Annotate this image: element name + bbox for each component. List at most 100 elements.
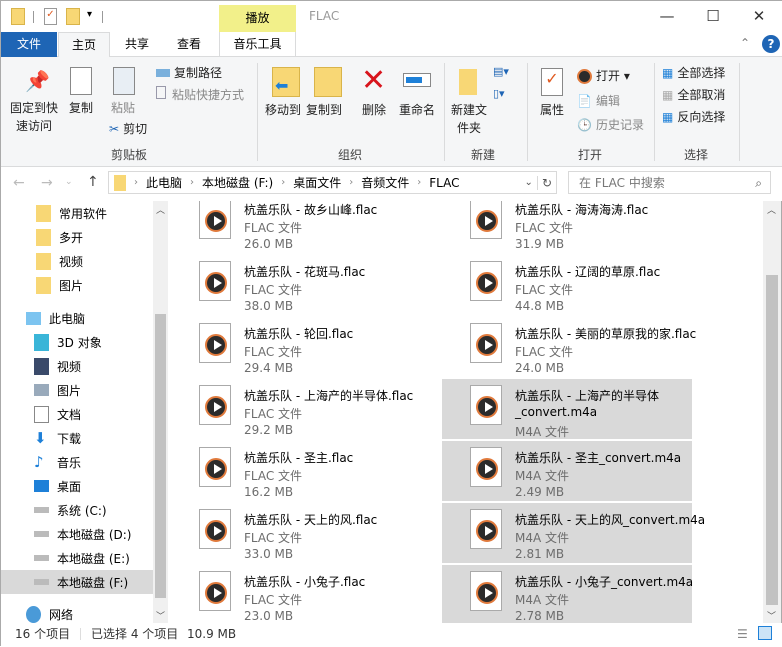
customize-quick-access-icon[interactable]: ▾ bbox=[87, 9, 92, 20]
nav-item-drive-c[interactable]: 系统 (C:) bbox=[1, 498, 153, 522]
tab-home[interactable]: 主页 bbox=[58, 32, 110, 58]
close-button[interactable]: ✕ bbox=[739, 7, 779, 25]
large-icons-view-icon[interactable] bbox=[758, 626, 772, 640]
context-tab-play[interactable]: 播放 bbox=[219, 5, 296, 32]
file-name: 杭盖乐队 - 故乡山峰.flac bbox=[244, 203, 378, 217]
new-item-icon[interactable]: ▤▾ bbox=[493, 65, 509, 78]
tab-share[interactable]: 共享 bbox=[113, 32, 161, 57]
file-item[interactable]: 杭盖乐队 - 上海产的半导体 _convert.m4a M4A 文件 bbox=[442, 379, 692, 439]
file-item[interactable]: 杭盖乐队 - 天上的风_convert.m4a M4A 文件 2.81 MB bbox=[442, 503, 705, 563]
divider bbox=[257, 63, 258, 161]
file-name: 杭盖乐队 - 轮回.flac bbox=[244, 327, 354, 341]
nav-item-drive-f[interactable]: 本地磁盘 (F:) bbox=[1, 570, 153, 594]
breadcrumb-flac[interactable]: FLAC bbox=[429, 176, 459, 190]
help-icon[interactable]: ? bbox=[762, 35, 780, 53]
nav-item-videos-quick[interactable]: 视频 bbox=[1, 249, 153, 273]
invert-selection-button[interactable]: ▦ 反向选择 bbox=[662, 107, 725, 127]
breadcrumb-desktop-files[interactable]: 桌面文件 bbox=[293, 174, 341, 191]
rename-button[interactable]: 重命名 bbox=[397, 101, 437, 119]
nav-item-this-pc[interactable]: 此电脑 bbox=[1, 306, 153, 330]
delete-button[interactable]: 删除 bbox=[358, 101, 390, 119]
scrollbar-thumb[interactable] bbox=[155, 314, 166, 598]
select-all-button[interactable]: ▦ 全部选择 bbox=[662, 63, 725, 83]
file-item[interactable]: 杭盖乐队 - 辽阔的草原.flac FLAC 文件 44.8 MB bbox=[442, 255, 692, 315]
nav-item-music[interactable]: ♪ 音乐 bbox=[1, 450, 153, 474]
new-folder-quick-icon[interactable] bbox=[66, 8, 80, 25]
nav-item-3d-objects[interactable]: 3D 对象 bbox=[1, 330, 153, 354]
open-button[interactable]: 打开 ▾ bbox=[577, 66, 630, 86]
collapse-ribbon-icon[interactable]: ⌃ bbox=[740, 36, 750, 50]
new-folder-button[interactable]: 新建文件夹 bbox=[449, 101, 489, 137]
navigation-scrollbar[interactable]: ︿ ﹀ bbox=[153, 201, 168, 623]
file-item[interactable]: 杭盖乐队 - 圣主.flac FLAC 文件 16.2 MB bbox=[171, 441, 421, 501]
file-item[interactable]: 杭盖乐队 - 故乡山峰.flac FLAC 文件 26.0 MB bbox=[171, 201, 421, 253]
file-item[interactable]: 杭盖乐队 - 轮回.flac FLAC 文件 29.4 MB bbox=[171, 317, 421, 377]
scroll-down-icon[interactable]: ﹀ bbox=[767, 609, 776, 622]
refresh-icon[interactable]: ↻ bbox=[536, 175, 556, 190]
file-item[interactable]: 杭盖乐队 - 海涛海涛.flac FLAC 文件 31.9 MB bbox=[442, 201, 692, 253]
move-to-icon: ⬅ bbox=[272, 67, 300, 97]
minimize-button[interactable]: — bbox=[647, 7, 687, 25]
scrollbar-thumb[interactable] bbox=[766, 275, 778, 605]
scroll-up-icon[interactable]: ︿ bbox=[156, 203, 165, 216]
cut-button[interactable]: ✂ 剪切 bbox=[109, 119, 147, 139]
forward-button[interactable]: → bbox=[41, 175, 53, 191]
properties-button[interactable]: 属性 bbox=[534, 101, 570, 119]
tab-file[interactable]: 文件 bbox=[1, 32, 57, 57]
paste-shortcut-button[interactable]: 粘贴快捷方式 bbox=[156, 85, 244, 105]
pin-quick-access-button[interactable]: 固定到快速访问 bbox=[5, 99, 63, 135]
play-icon bbox=[476, 396, 498, 418]
drive-icon bbox=[34, 507, 49, 513]
tab-music-tools[interactable]: 音乐工具 bbox=[219, 32, 296, 57]
nav-item-common-software[interactable]: 常用软件 bbox=[1, 201, 153, 225]
scroll-down-icon[interactable]: ﹀ bbox=[156, 609, 165, 622]
move-to-button[interactable]: 移动到 bbox=[263, 101, 303, 119]
nav-item-desktop[interactable]: 桌面 bbox=[1, 474, 153, 498]
nav-item-videos[interactable]: 视频 bbox=[1, 354, 153, 378]
copy-path-button[interactable]: 复制路径 bbox=[156, 63, 222, 83]
breadcrumb-drive-f[interactable]: 本地磁盘 (F:) bbox=[202, 174, 273, 191]
audio-file-icon bbox=[470, 323, 502, 363]
maximize-button[interactable]: ☐ bbox=[693, 7, 733, 25]
nav-item-documents[interactable]: 文档 bbox=[1, 402, 153, 426]
file-size: 29.2 MB bbox=[244, 423, 294, 437]
file-size: 31.9 MB bbox=[515, 237, 565, 251]
recent-locations-button[interactable]: ⌄ bbox=[65, 177, 73, 187]
breadcrumb-audio-files[interactable]: 音频文件 bbox=[361, 174, 409, 191]
edit-button[interactable]: 📄 编辑 bbox=[577, 91, 620, 111]
file-item[interactable]: 杭盖乐队 - 小兔子.flac FLAC 文件 23.0 MB bbox=[171, 565, 421, 623]
nav-item-downloads[interactable]: ⬇ 下载 bbox=[1, 426, 153, 450]
nav-item-multi-open[interactable]: 多开 bbox=[1, 225, 153, 249]
history-button[interactable]: 🕒 历史记录 bbox=[577, 115, 644, 135]
nav-item-drive-e[interactable]: 本地磁盘 (E:) bbox=[1, 546, 153, 570]
address-dropdown-icon[interactable]: ⌄ bbox=[525, 177, 533, 188]
nav-item-network[interactable]: 网络 bbox=[1, 602, 153, 623]
file-name: 杭盖乐队 - 辽阔的草原.flac bbox=[515, 265, 661, 279]
scroll-up-icon[interactable]: ︿ bbox=[767, 203, 776, 216]
easy-access-icon[interactable]: ▯▾ bbox=[493, 87, 505, 100]
nav-item-pictures-quick[interactable]: 图片 bbox=[1, 273, 153, 297]
nav-item-drive-d[interactable]: 本地磁盘 (D:) bbox=[1, 522, 153, 546]
paste-button[interactable]: 粘贴 bbox=[107, 99, 139, 117]
copy-button[interactable]: 复制 bbox=[65, 99, 97, 117]
properties-quick-icon[interactable]: ✓ bbox=[44, 8, 57, 25]
file-size: 2.49 MB bbox=[515, 485, 565, 499]
file-list-scrollbar[interactable]: ︿ ﹀ bbox=[763, 201, 781, 623]
copy-to-button[interactable]: 复制到 bbox=[304, 101, 344, 119]
select-none-button[interactable]: ▦ 全部取消 bbox=[662, 85, 725, 105]
file-item[interactable]: 杭盖乐队 - 小兔子_convert.m4a M4A 文件 2.78 MB bbox=[442, 565, 693, 623]
file-item[interactable]: 杭盖乐队 - 花斑马.flac FLAC 文件 38.0 MB bbox=[171, 255, 421, 315]
file-name: 杭盖乐队 - 上海产的半导体 bbox=[515, 389, 659, 403]
address-input[interactable]: › 此电脑 › 本地磁盘 (F:) › 桌面文件 › 音频文件 › FLAC ⌄ ↻ bbox=[108, 171, 557, 194]
file-item[interactable]: 杭盖乐队 - 美丽的草原我的家.flac FLAC 文件 24.0 MB bbox=[442, 317, 696, 377]
details-view-icon[interactable]: ☰ bbox=[737, 623, 748, 645]
nav-item-pictures[interactable]: 图片 bbox=[1, 378, 153, 402]
tab-view[interactable]: 查看 bbox=[165, 32, 213, 57]
breadcrumb-this-pc[interactable]: 此电脑 bbox=[146, 174, 182, 191]
file-item[interactable]: 杭盖乐队 - 天上的风.flac FLAC 文件 33.0 MB bbox=[171, 503, 421, 563]
file-item[interactable]: 杭盖乐队 - 圣主_convert.m4a M4A 文件 2.49 MB bbox=[442, 441, 692, 501]
back-button[interactable]: ← bbox=[13, 175, 25, 191]
file-item[interactable]: 杭盖乐队 - 上海产的半导体.flac FLAC 文件 29.2 MB bbox=[171, 379, 421, 439]
search-input[interactable]: 在 FLAC 中搜索 ⌕ bbox=[568, 171, 771, 194]
up-button[interactable]: ↑ bbox=[87, 174, 99, 190]
